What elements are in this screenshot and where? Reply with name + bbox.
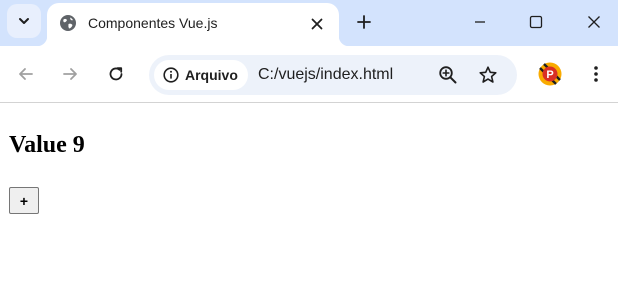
tab-search-button[interactable] <box>7 4 41 38</box>
maximize-icon <box>529 15 543 29</box>
close-icon <box>311 18 323 30</box>
svg-text:P: P <box>546 69 553 81</box>
bookmark-button[interactable] <box>477 64 499 86</box>
value-heading: Value 9 <box>9 132 85 158</box>
info-icon <box>163 67 179 83</box>
url-text[interactable]: C:/vuejs/index.html <box>258 66 393 84</box>
page-viewport: Value 9 + <box>0 104 618 287</box>
window-close-button[interactable] <box>580 8 608 36</box>
forward-button[interactable] <box>56 60 84 88</box>
kebab-menu-icon <box>594 66 598 82</box>
site-chip-label: Arquivo <box>185 67 238 83</box>
tab-title: Componentes Vue.js <box>88 15 218 31</box>
arrow-right-icon <box>63 68 77 80</box>
chevron-down-icon <box>19 18 29 24</box>
star-icon <box>479 66 497 83</box>
globe-icon <box>60 15 76 31</box>
tab-close-button[interactable] <box>305 12 329 36</box>
address-bar[interactable]: Arquivo C:/vuejs/index.html <box>149 55 517 95</box>
increment-button[interactable]: + <box>9 187 39 214</box>
new-tab-button[interactable] <box>350 8 378 36</box>
plus-icon <box>357 15 371 29</box>
zoom-in-icon <box>439 66 457 84</box>
arrow-left-icon <box>19 68 33 80</box>
reload-button[interactable] <box>102 60 130 88</box>
maximize-button[interactable] <box>522 8 550 36</box>
minimize-icon <box>475 21 485 23</box>
browser-toolbar: Arquivo C:/vuejs/index.html P <box>0 46 618 103</box>
minimize-button[interactable] <box>466 8 494 36</box>
site-info-chip[interactable]: Arquivo <box>154 60 248 90</box>
browser-menu-button[interactable] <box>582 60 610 88</box>
back-button[interactable] <box>12 60 40 88</box>
reload-icon <box>109 67 123 81</box>
extension-icon[interactable]: P <box>538 62 562 86</box>
tab-strip: Componentes Vue.js <box>0 0 618 46</box>
zoom-button[interactable] <box>437 64 459 86</box>
close-icon <box>588 16 600 28</box>
browser-tab-active[interactable]: Componentes Vue.js <box>37 3 349 46</box>
